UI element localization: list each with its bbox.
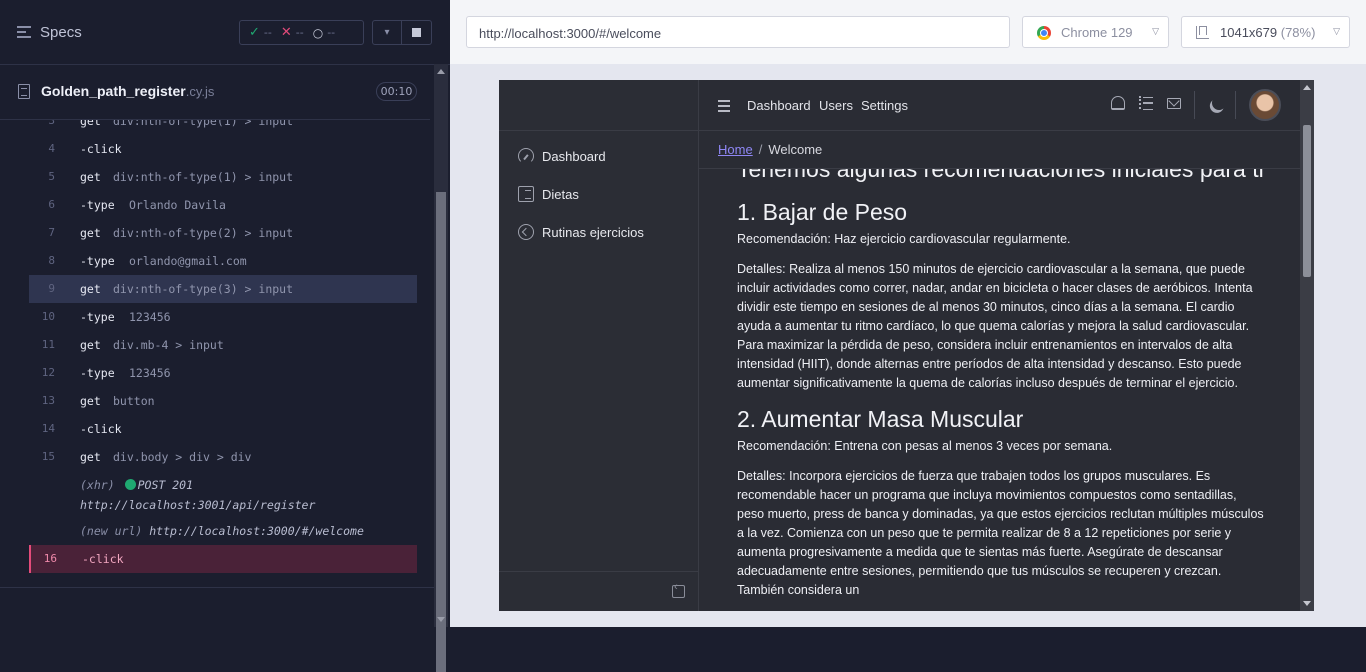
check-icon: ✓: [249, 25, 260, 40]
chevron-down-icon: ▽: [1152, 26, 1159, 36]
bell-icon[interactable]: [1111, 96, 1125, 110]
recommendations-article: Tenemos algunas recomendaciones iniciale…: [737, 169, 1265, 611]
envelope-icon[interactable]: [1167, 98, 1181, 109]
sidebar-item-dashboard[interactable]: Dashboard: [499, 137, 698, 175]
stop-button[interactable]: [402, 21, 431, 44]
app-preview-panel: http://localhost:3000/#/welcome Chrome 1…: [450, 0, 1366, 627]
app-header: Dashboard Users Settings: [699, 80, 1314, 131]
app-scrollbar[interactable]: [1300, 80, 1314, 611]
stop-icon: [412, 28, 421, 37]
spec-duration: 00:10: [376, 82, 417, 101]
browser-selector[interactable]: Chrome 129 ▽: [1022, 16, 1169, 48]
xhr-log-url: http://localhost:3001/api/register: [80, 498, 316, 512]
command-row[interactable]: 7 get div:nth-of-type(2) > input: [29, 219, 417, 247]
command-row-active[interactable]: 9 get div:nth-of-type(3) > input: [29, 275, 417, 303]
command-row[interactable]: 15 get div.body > div > div: [29, 443, 417, 471]
command-row[interactable]: 12 -type 123456: [29, 359, 417, 387]
details-text: Detalles: Incorpora ejercicios de fuerza…: [737, 469, 1264, 597]
command-row[interactable]: 4 -click: [29, 135, 417, 163]
sidebar-item-dietas[interactable]: Dietas: [499, 175, 698, 213]
spec-file-header: Golden_path_register.cy.js 00:10: [0, 76, 430, 120]
url-bar[interactable]: http://localhost:3000/#/welcome: [466, 16, 1010, 48]
app-sidebar: Dashboard Dietas Rutinas ejercicios: [499, 80, 699, 611]
application-frame: Dashboard Dietas Rutinas ejercicios Dash…: [499, 80, 1314, 611]
menu-icon[interactable]: [718, 100, 730, 115]
divider: [0, 587, 434, 588]
divider: [1235, 91, 1236, 119]
details-text: Detalles: Realiza al menos 150 minutos d…: [737, 262, 1253, 390]
moon-icon[interactable]: [1210, 94, 1228, 112]
status-dot-icon: [124, 479, 136, 490]
recommendation-text: Recomendación: Haz ejercicio cardiovascu…: [737, 232, 1071, 246]
command-row[interactable]: 8 -type orlando@gmail.com: [29, 247, 417, 275]
list-icon: [518, 186, 534, 202]
section-title: 1. Bajar de Peso: [737, 199, 908, 225]
chrome-icon: [1037, 26, 1051, 40]
passed-stat: ✓ --: [249, 25, 272, 40]
ruler-icon: [1196, 26, 1209, 39]
breadcrumb: Home / Welcome: [699, 131, 1314, 169]
breadcrumb-home-link[interactable]: Home: [718, 142, 753, 157]
cypress-runner-panel: Specs ✓ -- ✕ -- ○ -- ▾ Golden_path_register…: [0, 0, 450, 672]
speedometer-icon: [518, 148, 534, 164]
chevron-down-icon: ▽: [1333, 26, 1340, 36]
specs-list-icon[interactable]: [17, 26, 31, 38]
recommendation-text: Recomendación: Entrena con pesas al meno…: [737, 439, 1113, 453]
command-log-scrollbar[interactable]: [434, 64, 448, 672]
sidebar-brand: [499, 80, 698, 131]
divider: [1194, 91, 1195, 119]
command-row[interactable]: 10 -type 123456: [29, 303, 417, 331]
command-row[interactable]: 11 get div.mb-4 > input: [29, 331, 417, 359]
header-nav-users[interactable]: Users: [819, 98, 853, 113]
collapse-sidebar-icon[interactable]: [672, 581, 685, 598]
sidebar-item-rutinas[interactable]: Rutinas ejercicios: [499, 213, 698, 251]
history-icon: [518, 224, 534, 240]
command-row[interactable]: 3 get div:nth-of-type(1) > input: [29, 120, 417, 135]
xhr-log-entry[interactable]: (xhr) POST 201: [80, 478, 193, 492]
command-row[interactable]: 13 get button: [29, 387, 417, 415]
task-list-icon[interactable]: [1139, 96, 1153, 110]
command-row[interactable]: 14 -click: [29, 415, 417, 443]
page-title: Tenemos algunas recomendaciones iniciale…: [737, 169, 1264, 182]
file-icon: [18, 84, 30, 99]
command-log: 3 get div:nth-of-type(1) > input 4 -click 5…: [0, 120, 430, 580]
failed-stat: ✕ --: [280, 25, 304, 40]
runner-header: Specs ✓ -- ✕ -- ○ -- ▾: [0, 0, 450, 65]
chevron-down-icon[interactable]: ▾: [373, 21, 403, 44]
command-row-failed[interactable]: 16 -click: [29, 545, 417, 573]
browser-toolbar: http://localhost:3000/#/welcome Chrome 1…: [450, 0, 1366, 64]
command-row[interactable]: 6 -type Orlando Davila: [29, 191, 417, 219]
header-nav-settings[interactable]: Settings: [861, 98, 908, 113]
viewport-selector[interactable]: 1041x679 (78%) ▽: [1181, 16, 1350, 48]
spec-file-name: Golden_path_register.cy.js: [41, 83, 215, 99]
test-stats: ✓ -- ✕ -- ○ --: [239, 20, 364, 45]
main-content: Tenemos algunas recomendaciones iniciale…: [699, 169, 1300, 611]
pending-stat: ○ --: [312, 25, 336, 40]
new-url-log-entry[interactable]: (new url) http://localhost:3000/#/welcom…: [80, 524, 364, 538]
specs-label[interactable]: Specs: [40, 24, 82, 41]
run-controls: ▾: [372, 20, 432, 45]
command-row[interactable]: 5 get div:nth-of-type(1) > input: [29, 163, 417, 191]
section-title: 2. Aumentar Masa Muscular: [737, 406, 1024, 432]
sidebar-footer: [499, 571, 698, 611]
spinner-icon: ○: [312, 25, 324, 40]
avatar[interactable]: [1249, 89, 1281, 121]
header-nav-dashboard[interactable]: Dashboard: [747, 98, 811, 113]
breadcrumb-current: Welcome: [768, 142, 823, 157]
x-icon: ✕: [280, 25, 292, 40]
